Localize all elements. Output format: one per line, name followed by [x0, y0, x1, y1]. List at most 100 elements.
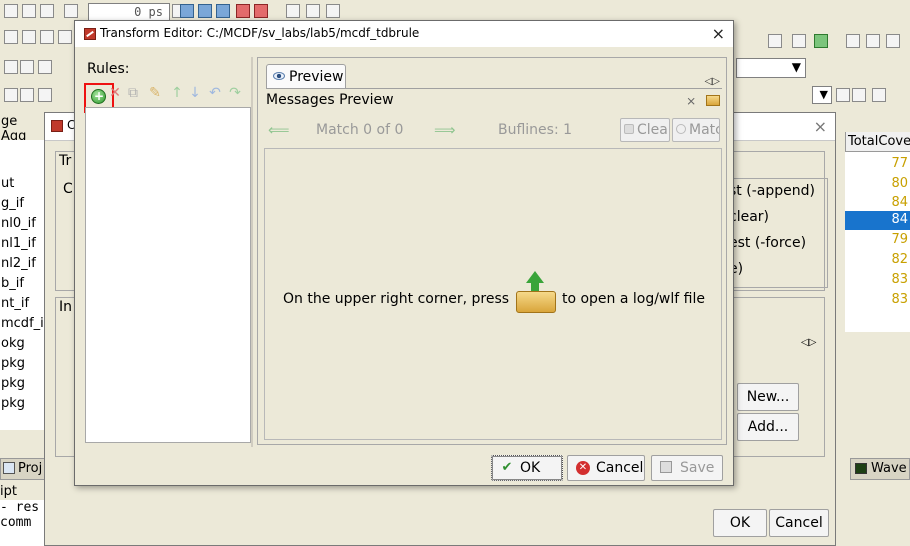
sort2-icon[interactable] [20, 88, 34, 102]
list-item[interactable]: pkg [0, 374, 46, 394]
list-item[interactable]: nl1_if [0, 234, 46, 254]
close-icon[interactable]: × [814, 117, 827, 136]
grid-icon[interactable] [286, 4, 300, 18]
preview-panel: Preview ◁▷ Messages Preview ⨯ ⟸ Match 0 … [257, 57, 727, 445]
radio-option-clear[interactable]: clear) [729, 209, 769, 225]
selected-row[interactable]: 84 [845, 211, 910, 230]
wave-edge-icon[interactable] [866, 34, 880, 48]
group-label: In [59, 299, 73, 315]
break-icon[interactable] [236, 4, 250, 18]
preview-body: On the upper right corner, press to open… [264, 148, 722, 440]
run-icon[interactable] [180, 4, 194, 18]
sort-icon[interactable] [4, 88, 18, 102]
new-button[interactable]: New... [737, 383, 799, 411]
radio-option-append[interactable]: st (-append) [729, 183, 815, 199]
list-item[interactable]: b_if [0, 274, 46, 294]
wave-window-icon[interactable] [792, 34, 806, 48]
open-folder-icon[interactable] [706, 95, 720, 106]
add-button[interactable]: Add... [737, 413, 799, 441]
scroll-arrows-icon[interactable]: ◁▷ [801, 337, 816, 348]
time-field[interactable]: 0 ps [88, 3, 170, 21]
delete-icon[interactable]: ✕ [107, 85, 123, 101]
sort3-icon[interactable] [38, 88, 52, 102]
stop-icon[interactable] [254, 4, 268, 18]
app-logo-icon [84, 28, 96, 40]
wave-view-icon[interactable] [768, 34, 782, 48]
design-hierarchy-list[interactable]: ut g_if nl0_if nl1_if nl2_if b_if nt_if … [0, 140, 46, 430]
up-arrow-icon[interactable] [4, 4, 18, 18]
options-radio-group: st (-append) clear) est (-force) e) [728, 178, 828, 288]
list-item[interactable]: pkg [0, 394, 46, 414]
list-item[interactable]: okg [0, 334, 46, 354]
ok-button[interactable]: ✔ OK [491, 455, 563, 481]
rules-list[interactable] [85, 107, 251, 443]
total-coverage-column-header[interactable]: TotalCove [845, 132, 910, 152]
list-item[interactable]: g_if [0, 194, 46, 214]
tab-wave[interactable]: Wave [850, 458, 910, 480]
hint-text: On the upper right corner, press [283, 291, 510, 307]
filter-all-icon[interactable] [38, 60, 52, 74]
transform-editor-dialog: Transform Editor: C:/MCDF/sv_labs/lab5/m… [74, 20, 734, 486]
rules-toolbar: + ✕ ⧉ ✎ ↑ ↓ ↶ ↷ [81, 83, 251, 113]
previous-match-icon[interactable]: ⟸ [268, 121, 290, 139]
filter-icon[interactable] [4, 60, 18, 74]
search-dropdown[interactable]: ▼ [812, 86, 832, 104]
undo-icon[interactable]: ↶ [207, 85, 223, 101]
forward-arrow-icon[interactable] [40, 4, 54, 18]
list-item[interactable]: ut [0, 174, 46, 194]
move-up-icon[interactable]: ↑ [169, 85, 185, 101]
panel-splitter[interactable] [251, 57, 253, 447]
wave-zoom-icon[interactable] [846, 34, 860, 48]
run-all-icon[interactable] [216, 4, 230, 18]
coverage-value: 83 [891, 292, 908, 307]
clear-log-icon[interactable]: ⨯ [686, 94, 696, 108]
group-label: Tr [59, 153, 72, 169]
wave-add-icon[interactable] [22, 30, 36, 44]
run-continue-icon[interactable] [198, 4, 212, 18]
hand-icon[interactable] [326, 4, 340, 18]
list-item[interactable]: mcdf_if [0, 314, 46, 334]
list-item[interactable]: nt_if [0, 294, 46, 314]
save-button[interactable]: Save [651, 455, 723, 481]
edit-icon[interactable]: ✎ [147, 85, 163, 101]
filter2-icon[interactable] [20, 60, 34, 74]
wave-step-icon[interactable] [58, 30, 72, 44]
transform-editor-titlebar: Transform Editor: C:/MCDF/sv_labs/lab5/m… [75, 21, 733, 47]
wave-green-icon[interactable] [814, 34, 828, 48]
step-icon[interactable] [64, 4, 78, 18]
rules-label: Rules: [87, 61, 130, 77]
list-item[interactable]: pkg [0, 354, 46, 374]
back-arrow-icon[interactable] [22, 4, 36, 18]
wave-dropdown[interactable]: ▼ [736, 58, 806, 78]
clear-button[interactable]: Clear [620, 118, 670, 142]
match-navigation: ⟸ Match 0 of 0 ⟹ Buflines: 1 Clear Match [266, 118, 722, 144]
wave-edit-icon[interactable] [4, 30, 18, 44]
coverage-value: 80 [891, 176, 908, 191]
transcript-area[interactable]: - res comm [0, 500, 50, 546]
tool-icon[interactable] [872, 88, 886, 102]
list-item[interactable]: nl2_if [0, 254, 46, 274]
project-icon [3, 462, 15, 474]
tab-preview[interactable]: Preview [266, 64, 346, 88]
tab-scroll-arrows-icon[interactable]: ◁▷ [705, 76, 720, 87]
cancel-button[interactable]: ✕ Cancel [567, 455, 645, 481]
list-item[interactable]: nl0_if [0, 214, 46, 234]
find-next-icon[interactable] [852, 88, 866, 102]
find-icon[interactable] [836, 88, 850, 102]
transcript-line: comm [0, 515, 32, 530]
wave-cursor-icon[interactable] [40, 30, 54, 44]
radio-option-force[interactable]: est (-force) [729, 235, 806, 251]
redo-icon[interactable]: ↷ [227, 85, 243, 101]
next-match-icon[interactable]: ⟹ [434, 121, 456, 139]
move-down-icon[interactable]: ↓ [187, 85, 203, 101]
copy-icon[interactable]: ⧉ [125, 85, 141, 101]
restart-icon[interactable] [306, 4, 320, 18]
wave-edge2-icon[interactable] [886, 34, 900, 48]
cancel-button[interactable]: Cancel [769, 509, 829, 537]
ok-button[interactable]: OK [713, 509, 767, 537]
close-icon[interactable]: × [712, 24, 725, 43]
eye-icon [273, 72, 285, 80]
match-button[interactable]: Match [672, 118, 720, 142]
left-panel-header: ge Agg [1, 114, 27, 144]
transcript-line: - res [0, 500, 40, 515]
